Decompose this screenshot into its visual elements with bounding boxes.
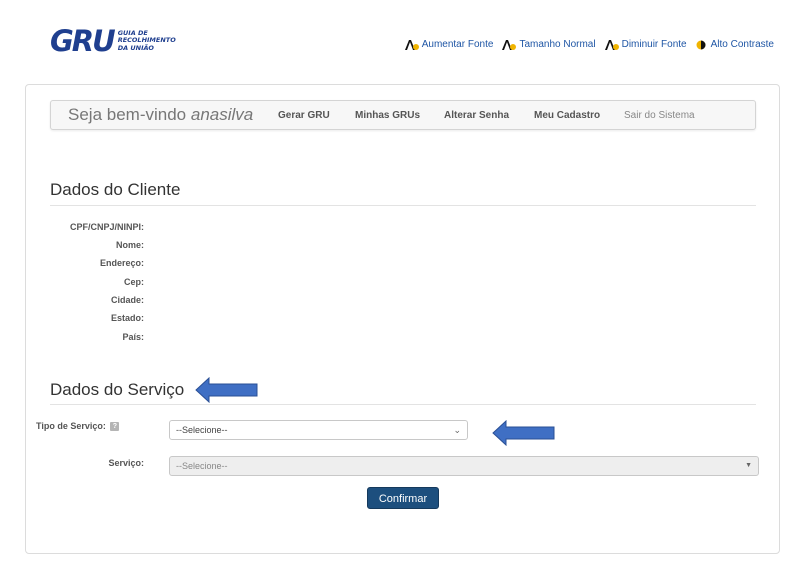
chevron-down-icon: ⌄ [453, 421, 461, 439]
nav-alterar-senha[interactable]: Alterar Senha [444, 110, 509, 121]
nav-gerar-gru[interactable]: Gerar GRU [278, 110, 330, 121]
label-nome: Nome: [48, 240, 144, 250]
caret-down-icon: ▼ [745, 457, 752, 475]
help-icon[interactable]: ? [110, 422, 119, 431]
welcome-prefix: Seja bem-vindo [68, 105, 186, 124]
accessibility-bar: Aumentar Fonte Tamanho Normal Diminuir F… [396, 39, 774, 50]
label-cep: Cep: [48, 277, 144, 287]
cliente-section-title: Dados do Cliente [50, 180, 180, 200]
servico-section-title: Dados do Serviço [50, 380, 184, 400]
label-cpf: CPF/CNPJ/NINPI: [48, 222, 144, 232]
top-navbar: Seja bem-vindo anasilva Gerar GRU Minhas… [50, 100, 756, 130]
divider [50, 404, 756, 405]
left-arrow-icon [195, 377, 259, 403]
username: anasilva [191, 105, 253, 124]
label-estado: Estado: [48, 313, 144, 323]
main-panel: Seja bem-vindo anasilva Gerar GRU Minhas… [25, 84, 780, 554]
increase-font-link[interactable]: Aumentar Fonte [405, 39, 494, 50]
logo-text: GUIA DE RECOLHIMENTO DA UNIÃO [118, 30, 176, 53]
divider [50, 205, 756, 206]
high-contrast-link[interactable]: Alto Contraste [696, 39, 774, 50]
high-contrast-label: Alto Contraste [711, 39, 774, 50]
nav-minhas-grus[interactable]: Minhas GRUs [355, 110, 420, 121]
label-servico: Serviço: [48, 458, 144, 468]
label-endereco: Endereço: [48, 258, 144, 268]
label-pais: País: [48, 332, 144, 342]
increase-font-label: Aumentar Fonte [422, 39, 494, 50]
normal-font-label: Tamanho Normal [519, 39, 595, 50]
label-tipo-servico: Tipo de Serviço: ? [36, 421, 146, 431]
servico-value: --Selecione-- [176, 461, 228, 471]
contrast-icon [696, 40, 708, 50]
servico-select[interactable]: --Selecione-- ▼ [169, 456, 759, 476]
tipo-servico-value: --Selecione-- [176, 425, 228, 435]
left-arrow-icon [492, 420, 556, 446]
gru-logo: GRU GUIA DE RECOLHIMENTO DA UNIÃO [50, 28, 176, 54]
normal-font-icon [502, 40, 516, 50]
nav-meu-cadastro[interactable]: Meu Cadastro [534, 110, 600, 121]
welcome-text: Seja bem-vindo anasilva [68, 105, 253, 125]
logo-mark: GRU [50, 28, 114, 54]
logo-line: DA UNIÃO [118, 45, 176, 53]
tipo-servico-label: Tipo de Serviço: [36, 421, 106, 431]
nav-logout[interactable]: Sair do Sistema [624, 110, 695, 121]
label-cidade: Cidade: [48, 295, 144, 305]
increase-font-icon [405, 40, 419, 50]
normal-font-link[interactable]: Tamanho Normal [502, 39, 595, 50]
tipo-servico-select[interactable]: --Selecione-- ⌄ [169, 420, 468, 440]
decrease-font-icon [605, 40, 619, 50]
decrease-font-link[interactable]: Diminuir Fonte [605, 39, 687, 50]
decrease-font-label: Diminuir Fonte [622, 39, 687, 50]
confirm-button[interactable]: Confirmar [367, 487, 439, 509]
